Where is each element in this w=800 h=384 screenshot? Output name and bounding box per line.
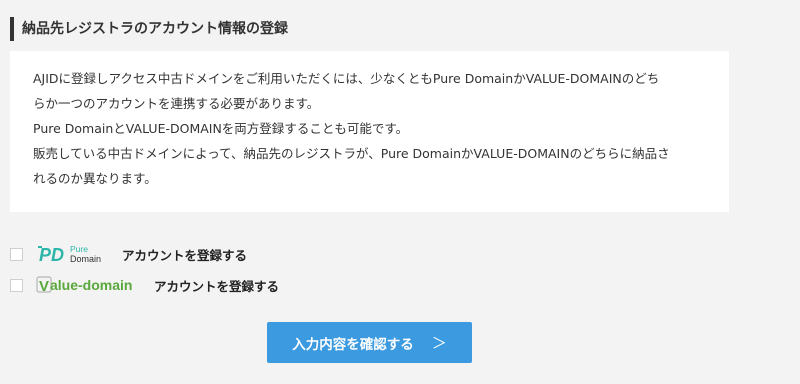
value-domain-checkbox[interactable] [10, 278, 23, 292]
confirm-input-button[interactable]: 入力内容を確認する ＞ [267, 322, 472, 363]
section-heading: 納品先レジストラのアカウント情報の登録 [10, 17, 288, 41]
pure-domain-checkbox[interactable] [10, 247, 23, 261]
logo-mark: PD [39, 245, 64, 265]
info-line: AJIDに登録しアクセス中古ドメインをご利用いただくには、少なくともPure D… [33, 71, 660, 86]
logo-text-line1: Pure [70, 244, 88, 254]
registrar-row-value-domain: V alue-domain アカウントを登録する [10, 274, 279, 296]
info-line: れるのか異なります。 [33, 171, 157, 186]
pure-domain-logo: PD Pure Domain [38, 244, 101, 265]
logo-mark: V [39, 278, 49, 295]
registrar-row-pure-domain: PD Pure Domain アカウントを登録する [10, 243, 247, 265]
confirm-button-label: 入力内容を確認する [292, 336, 414, 353]
logo-text-line2: Domain [70, 254, 101, 264]
info-line: 販売している中古ドメインによって、納品先のレジストラが、Pure Domainか… [33, 146, 670, 161]
logo-text: alue-domain [50, 277, 132, 293]
chevron-right-icon: ＞ [431, 334, 447, 352]
info-line: Pure DomainとVALUE-DOMAINを両方登録することも可能です。 [33, 121, 409, 136]
register-pure-domain-label: アカウントを登録する [122, 247, 248, 263]
register-value-domain-label: アカウントを登録する [154, 278, 280, 294]
value-domain-logo: V alue-domain [36, 276, 132, 295]
info-box: AJIDに登録しアクセス中古ドメインをご利用いただくには、少なくともPure D… [10, 51, 729, 212]
info-line: らか一つのアカウントを連携する必要があります。 [33, 96, 320, 111]
